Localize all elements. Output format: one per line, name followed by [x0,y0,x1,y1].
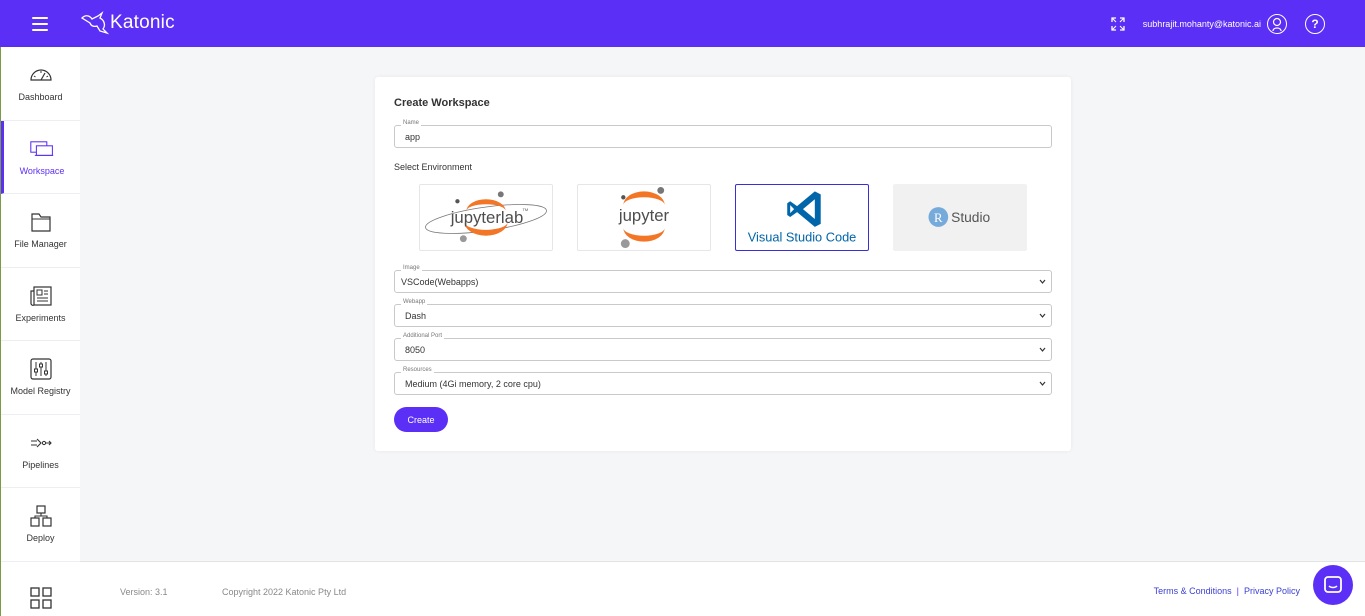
chevron-down-icon [1039,347,1046,352]
sidebar: Dashboard Workspace File Manager Experim… [0,47,80,616]
name-field[interactable]: Name app [394,120,1052,148]
user-email: subhrajit.mohanty@katonic.ai [1142,18,1261,29]
jupyter-wordmark: jupyter [618,206,670,225]
vscode-wordmark: Visual Studio Code [748,230,857,245]
grid-icon [29,587,52,609]
jupyter-logo-icon: jupyter [618,186,670,249]
webapp-select-label: Webapp [401,299,428,305]
katonic-logo[interactable]: Katonic [80,10,175,36]
env-option-vscode[interactable]: Visual Studio Code [735,184,869,251]
sidebar-item-label: File Manager [14,239,67,250]
copyright-text: Copyright 2022 Katonic Pty Ltd [222,587,347,597]
additional-port-select[interactable]: Additional Port 8050 [394,333,1052,361]
chat-button[interactable] [1313,565,1353,605]
select-environment-label: Select Environment [394,162,473,172]
main-content: Create Workspace Name app Select Environ… [80,47,1365,561]
top-bar: Katonic subhrajit.mohanty@katonic.ai ? [0,0,1365,47]
kangaroo-logo-icon [80,11,110,35]
jupyterlab-logo-icon: jupyterlab TM [425,191,547,243]
menu-icon[interactable] [32,17,48,31]
create-workspace-card: Create Workspace Name app Select Environ… [375,77,1071,451]
chevron-down-icon [1039,313,1046,318]
sidebar-item-label: Deploy [26,533,55,544]
sidebar-item-dashboard[interactable]: Dashboard [1,47,80,121]
deploy-icon [29,505,52,527]
sidebar-item-pipelines[interactable]: Pipelines [1,415,80,488]
jupyterlab-tm: TM [522,207,528,212]
sidebar-item-label: Model Registry [10,386,71,397]
sidebar-item-model-registry[interactable]: Model Registry [1,341,80,415]
version-text: Version: 3.1 [120,587,168,597]
sidebar-item-deploy[interactable]: Deploy [1,488,80,562]
terms-link[interactable]: Terms & Conditions [1154,586,1232,596]
privacy-link[interactable]: Privacy Policy [1244,586,1300,596]
sidebar-item-label: Dashboard [18,92,63,103]
user-avatar-icon[interactable] [1267,13,1287,34]
sidebar-item-apps[interactable] [1,562,80,616]
additional-port-value: 8050 [405,345,426,355]
newspaper-icon [29,286,52,306]
chevron-down-icon [1039,381,1046,386]
resources-select-label: Resources [401,367,434,373]
resources-select[interactable]: Resources Medium (4Gi memory, 2 core cpu… [394,367,1052,395]
folder-icon [30,213,51,232]
sidebar-item-label: Experiments [15,312,66,323]
vscode-logo-icon: Visual Studio Code [748,191,857,245]
chevron-down-icon [1039,279,1046,284]
chat-icon [1324,576,1342,593]
gauge-icon [29,69,52,81]
env-option-jupyterlab[interactable]: jupyterlab TM [419,184,553,251]
sidebar-item-experiments[interactable]: Experiments [1,268,80,341]
help-icon[interactable]: ? [1305,13,1325,34]
webapp-select-value: Dash [405,311,427,321]
rstudio-badge: R [934,211,943,225]
name-field-label: Name [401,120,422,126]
laptop-icon [30,141,54,156]
additional-port-label: Additional Port [401,333,445,339]
resources-select-value: Medium (4Gi memory, 2 core cpu) [405,379,541,389]
name-field-value: app [405,132,421,142]
sliders-icon [29,358,52,380]
webapp-select[interactable]: Webapp Dash [394,299,1052,327]
jupyterlab-wordmark: jupyterlab [450,208,524,227]
footer: Version: 3.1 Copyright 2022 Katonic Pty … [80,561,1365,616]
sidebar-item-file-manager[interactable]: File Manager [1,194,80,268]
rstudio-logo-icon: R Studio [928,207,991,227]
env-option-rstudio[interactable]: R Studio [893,184,1027,251]
pipeline-icon [30,438,52,448]
rstudio-wordmark: Studio [951,210,990,225]
fullscreen-icon[interactable] [1111,16,1125,31]
sidebar-item-label: Workspace [19,165,65,176]
image-select-label: Image [401,265,422,271]
sidebar-item-label: Pipelines [22,459,59,470]
help-glyph: ? [1311,16,1319,31]
footer-separator: | [1236,586,1239,596]
footer-links: Terms & Conditions | Privacy Policy [1154,586,1300,596]
image-select-value: VSCode(Webapps) [401,277,479,287]
page-title: Create Workspace [394,97,490,109]
image-select[interactable]: Image VSCode(Webapps) [394,265,1052,293]
sidebar-item-workspace[interactable]: Workspace [1,120,80,194]
create-button[interactable]: Create [394,407,448,432]
logo-text: Katonic [110,12,175,33]
env-option-jupyter[interactable]: jupyter [577,184,711,251]
